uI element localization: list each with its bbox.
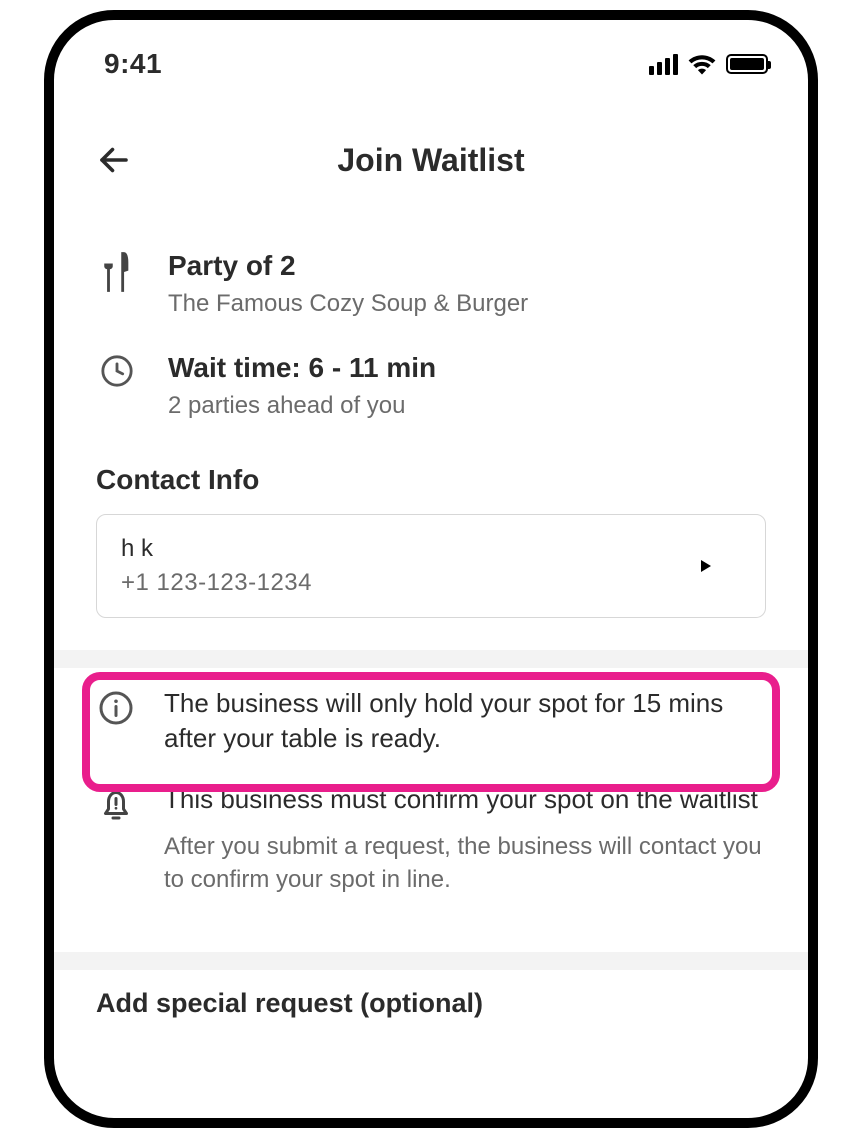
arrow-left-icon [96,142,132,178]
confirm-notice-sub: After you submit a request, the business… [164,831,766,896]
confirm-notice-title: This business must confirm your spot on … [164,782,766,817]
battery-icon [726,54,768,74]
back-button[interactable] [96,142,132,178]
status-time: 9:41 [104,48,162,80]
wait-subtitle: 2 parties ahead of you [168,392,436,420]
wait-row: Wait time: 6 - 11 min 2 parties ahead of… [96,352,766,420]
cellular-signal-icon [649,54,678,75]
info-icon [96,686,136,726]
section-divider [54,650,808,668]
status-icons [649,53,768,75]
bell-alert-icon [96,782,136,826]
contact-card[interactable]: h k +1 123-123-1234 [96,514,766,618]
wifi-icon [688,53,716,75]
restaurant-name: The Famous Cozy Soup & Burger [168,290,528,318]
hold-notice-text: The business will only hold your spot fo… [164,686,766,756]
special-request-heading: Add special request (optional) [96,988,766,1019]
wait-time-title: Wait time: 6 - 11 min [168,352,436,384]
clock-icon [96,352,138,388]
section-divider [54,952,808,970]
party-title: Party of 2 [168,250,528,282]
status-bar: 9:41 [54,20,808,90]
contact-heading: Contact Info [96,464,766,496]
party-row: Party of 2 The Famous Cozy Soup & Burger [96,250,766,318]
contact-name: h k [121,535,312,563]
confirm-notice-row: This business must confirm your spot on … [96,782,766,896]
hold-notice-row: The business will only hold your spot fo… [96,686,766,756]
page-title: Join Waitlist [337,142,524,179]
contact-phone: +1 123-123-1234 [121,569,312,597]
notice-block: The business will only hold your spot fo… [54,668,808,920]
utensils-icon [96,250,138,292]
caret-right-icon [701,560,711,572]
device-frame: 9:41 Join Waitlist [44,10,818,1128]
nav-header: Join Waitlist [54,120,808,200]
